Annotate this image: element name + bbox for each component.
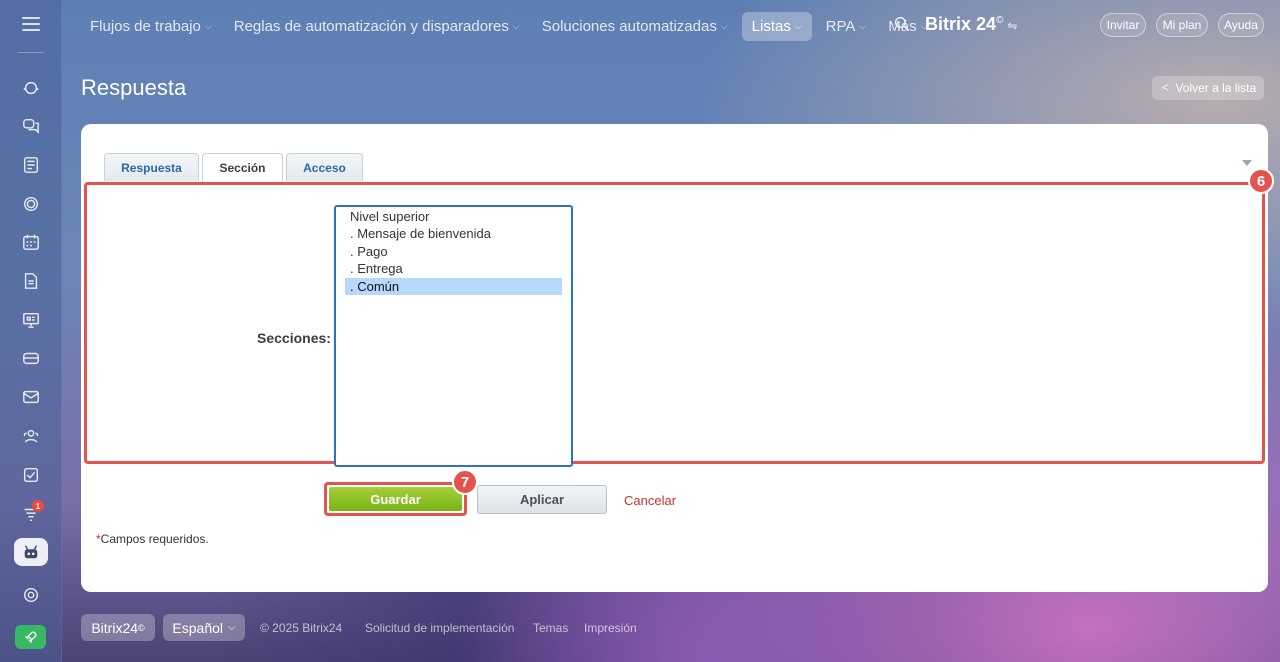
feed-icon[interactable] [21, 155, 41, 175]
documents-icon[interactable] [21, 271, 41, 291]
footer-print-link[interactable]: Impresión [584, 621, 637, 635]
nav-label: RPA [825, 17, 856, 35]
step-marker-7: 7 [452, 469, 478, 495]
tasks-icon[interactable] [21, 465, 41, 485]
nav-automation-rules[interactable]: Reglas de automatización y disparadores … [234, 18, 520, 35]
mail-icon[interactable] [21, 387, 41, 407]
left-sidebar: 1 [0, 0, 62, 662]
invite-button[interactable]: Invitar [1100, 13, 1146, 37]
collapse-icon[interactable] [1242, 160, 1252, 166]
rocket-icon[interactable] [15, 625, 46, 649]
sections-label: Secciones: [257, 330, 331, 346]
chevron-down-icon: ⌵ [204, 20, 212, 31]
brand-settings-icon[interactable]: ⇋ [1007, 19, 1017, 33]
footer-brand-button[interactable]: Bitrix24 © [81, 614, 155, 641]
search-icon[interactable] [894, 16, 912, 34]
back-label: Volver a la lista [1175, 81, 1257, 95]
top-navigation: Flujos de trabajo ⌵ Reglas de automatiza… [62, 0, 1280, 52]
footer-clock-icon: © [138, 622, 145, 633]
nav-label: Reglas de automatización y disparadores [233, 17, 509, 35]
chat-icon[interactable] [21, 116, 41, 136]
step-marker-6: 6 [1248, 168, 1274, 194]
nav-workflows[interactable]: Flujos de trabajo ⌵ [90, 18, 212, 35]
listbox-option[interactable]: . Mensaje de bienvenida [345, 225, 562, 242]
notification-badge: 1 [32, 500, 44, 512]
people-icon[interactable] [21, 426, 41, 446]
apply-button[interactable]: Aplicar [477, 485, 607, 514]
page-title: Respuesta [81, 75, 187, 100]
language-label: Español [172, 619, 223, 636]
save-button-highlight: Guardar [324, 482, 467, 516]
chevron-down-icon: ⌵ [720, 20, 728, 31]
menu-icon[interactable] [22, 17, 40, 31]
sidebar-divider [18, 52, 44, 53]
footer-brand: Bitrix24 [91, 619, 139, 636]
chevron-down-icon: ⌵ [512, 20, 520, 31]
required-text: Campos requeridos. [100, 532, 209, 546]
nav-label: Soluciones automatizadas [541, 17, 717, 35]
footer-themes-link[interactable]: Temas [533, 621, 568, 635]
required-fields-note: *Campos requeridos. [96, 532, 209, 546]
sections-listbox[interactable]: Nivel superior . Mensaje de bienvenida .… [334, 205, 573, 467]
tab-response[interactable]: Respuesta [104, 153, 199, 181]
nav-label: Flujos de trabajo [90, 17, 201, 35]
form-card: Respuesta Sección Acceso Secciones: Nive… [81, 124, 1274, 592]
chevron-down-icon: ⌵ [794, 20, 802, 31]
nav-rpa[interactable]: RPA ⌵ [826, 18, 867, 35]
tab-access[interactable]: Acceso [286, 153, 363, 181]
nav-automated-solutions[interactable]: Soluciones automatizadas ⌵ [542, 18, 728, 35]
brand-clock-icon: © [996, 15, 1004, 26]
listbox-option[interactable]: Nivel superior [345, 208, 562, 225]
nav-lists[interactable]: Listas ⌵ [741, 11, 812, 41]
tab-bar: Respuesta Sección Acceso [104, 153, 366, 181]
cancel-link[interactable]: Cancelar [624, 493, 676, 508]
footer-implementation-link[interactable]: Solicitud de implementación [365, 621, 514, 635]
nav-label: Listas [751, 17, 791, 35]
chevron-down-icon: ⌵ [859, 20, 867, 31]
presentation-icon[interactable] [21, 310, 41, 330]
calendar-icon[interactable] [21, 232, 41, 252]
listbox-option[interactable]: . Entrega [345, 260, 562, 277]
chevron-left-icon: < [1162, 82, 1169, 94]
language-select[interactable]: Español ⌵ [163, 614, 245, 641]
my-plan-button[interactable]: Mi plan [1156, 13, 1208, 37]
sections-field-highlight: Secciones: Nivel superior . Mensaje de b… [84, 182, 1265, 467]
tab-section[interactable]: Sección [202, 153, 283, 181]
listbox-option-selected[interactable]: . Común [345, 277, 562, 295]
bot-icon[interactable] [21, 78, 41, 98]
help-button[interactable]: Ayuda [1218, 13, 1264, 37]
brand-name: Bitrix 24 [925, 14, 997, 34]
footer-copyright: © 2025 Bitrix24 [260, 621, 343, 635]
brand-logo[interactable]: Bitrix 24© ⇋ [925, 14, 1017, 35]
robot-icon[interactable] [14, 538, 48, 566]
save-button[interactable]: Guardar [329, 487, 462, 511]
settings-icon[interactable] [21, 585, 41, 605]
chevron-down-icon: ⌵ [228, 622, 236, 633]
card-icon[interactable] [21, 348, 41, 368]
back-to-list-button[interactable]: < Volver a la lista [1152, 76, 1264, 100]
listbox-option[interactable]: . Pago [345, 243, 562, 260]
crm-icon[interactable] [21, 194, 41, 214]
